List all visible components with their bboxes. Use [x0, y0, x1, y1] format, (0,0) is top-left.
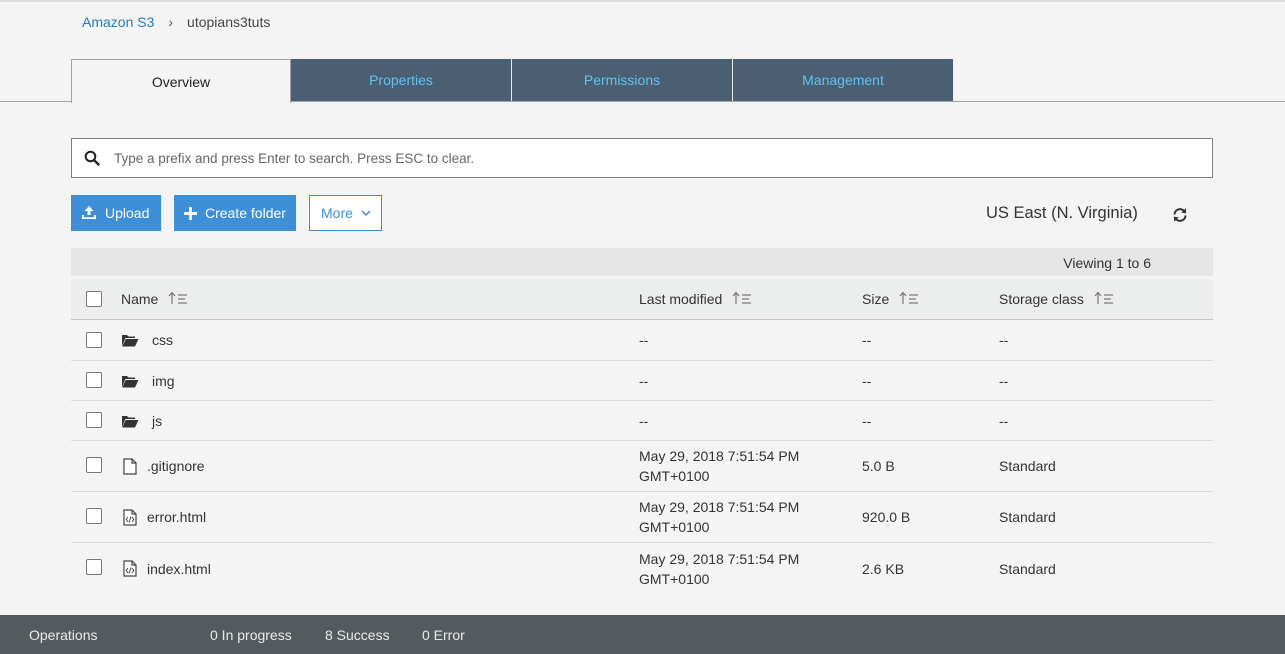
row-last-modified: --	[639, 332, 649, 348]
upload-icon	[81, 205, 97, 221]
table-row[interactable]: img -- -- --	[71, 361, 1213, 401]
next-page-icon[interactable]: ›	[1161, 255, 1165, 270]
breadcrumb-separator: ›	[168, 14, 174, 30]
pagination-bar: ‹ Viewing 1 to 6 ›	[71, 248, 1213, 276]
search-icon	[72, 150, 112, 166]
row-last-modified: May 29, 2018 7:51:54 PM GMT+0100	[639, 492, 799, 542]
row-modified-tz: GMT+0100	[639, 468, 710, 484]
header-size[interactable]: Size	[862, 279, 919, 319]
row-last-modified: --	[639, 372, 649, 389]
more-label: More	[321, 205, 353, 221]
row-checkbox[interactable]	[86, 412, 102, 428]
table-row[interactable]: error.html May 29, 2018 7:51:54 PM GMT+0…	[71, 492, 1213, 543]
row-storage-class: --	[999, 332, 1009, 348]
more-dropdown[interactable]: More	[309, 195, 382, 231]
error-count[interactable]: 0 Error	[422, 627, 465, 643]
row-modified-tz: GMT+0100	[639, 570, 710, 587]
upload-button[interactable]: Upload	[71, 195, 161, 231]
row-last-modified: --	[639, 412, 649, 429]
row-checkbox[interactable]	[86, 559, 102, 575]
code-file-icon	[123, 492, 137, 542]
folder-icon	[121, 401, 139, 440]
select-all-checkbox[interactable]	[86, 291, 102, 307]
row-name-link[interactable]: css	[152, 320, 173, 360]
row-name-link[interactable]: js	[152, 401, 162, 440]
table-header: Name Last modified Size Storage class	[71, 279, 1213, 320]
row-checkbox[interactable]	[86, 332, 102, 348]
operations-label[interactable]: Operations	[29, 627, 97, 643]
row-last-modified: May 29, 2018 7:51:54 PM GMT+0100	[639, 441, 799, 491]
header-name-label: Name	[121, 291, 159, 307]
sort-icon[interactable]	[1094, 291, 1114, 308]
row-checkbox[interactable]	[86, 457, 102, 473]
header-storage-class[interactable]: Storage class	[999, 279, 1114, 319]
row-storage-class: Standard	[999, 509, 1056, 525]
refresh-icon[interactable]	[1171, 206, 1189, 224]
row-storage-class: Standard	[999, 458, 1056, 474]
row-modified-tz: GMT+0100	[639, 519, 710, 535]
row-name-link[interactable]: index.html	[147, 543, 211, 594]
row-size: --	[862, 332, 872, 348]
row-size: 2.6 KB	[862, 560, 905, 577]
row-name-link[interactable]: .gitignore	[147, 441, 205, 491]
upload-label: Upload	[105, 205, 150, 221]
plus-icon	[184, 206, 197, 220]
row-modified-date: May 29, 2018 7:51:54 PM	[639, 499, 800, 515]
table-row[interactable]: js -- -- --	[71, 401, 1213, 441]
header-name[interactable]: Name	[121, 279, 188, 319]
row-size: --	[862, 412, 872, 429]
row-modified-date: May 29, 2018 7:51:54 PM	[639, 550, 800, 567]
sort-icon[interactable]	[899, 291, 919, 308]
row-storage-class: Standard	[999, 560, 1056, 577]
row-checkbox[interactable]	[86, 508, 102, 524]
sort-icon[interactable]	[168, 291, 188, 308]
row-size: 920.0 B	[862, 509, 911, 525]
top-border	[0, 0, 1285, 2]
search-input[interactable]	[112, 149, 1212, 167]
search-box	[71, 138, 1213, 178]
create-folder-label: Create folder	[205, 205, 286, 221]
viewing-count: Viewing 1 to 6	[1063, 255, 1151, 271]
breadcrumb-root-link[interactable]: Amazon S3	[82, 14, 154, 30]
in-progress-count[interactable]: 0 In progress	[210, 627, 292, 643]
row-storage-class: --	[999, 372, 1009, 389]
header-last-modified-label: Last modified	[639, 291, 723, 307]
table-row[interactable]: css -- -- --	[71, 320, 1213, 361]
operations-footer: Operations 0 In progress 8 Success 0 Err…	[0, 615, 1285, 654]
create-folder-button[interactable]: Create folder	[174, 195, 296, 231]
row-checkbox[interactable]	[86, 372, 102, 388]
folder-icon	[121, 320, 139, 360]
table-row[interactable]: index.html May 29, 2018 7:51:54 PM GMT+0…	[71, 543, 1213, 594]
tab-bar: Overview Properties Permissions Manageme…	[71, 59, 954, 103]
tab-overview[interactable]: Overview	[71, 59, 291, 103]
chevron-down-icon	[361, 209, 371, 217]
prev-page-icon[interactable]: ‹	[1049, 255, 1053, 270]
code-file-icon	[123, 543, 137, 594]
row-storage-class: --	[999, 412, 1009, 429]
breadcrumb-bucket: utopians3tuts	[187, 14, 271, 30]
row-size: 5.0 B	[862, 458, 895, 474]
success-count[interactable]: 8 Success	[325, 627, 390, 643]
tab-properties[interactable]: Properties	[291, 59, 512, 101]
table-row[interactable]: .gitignore May 29, 2018 7:51:54 PM GMT+0…	[71, 441, 1213, 492]
header-last-modified[interactable]: Last modified	[639, 279, 752, 319]
header-size-label: Size	[862, 291, 890, 307]
tab-management[interactable]: Management	[733, 59, 954, 101]
region-label: US East (N. Virginia)	[986, 204, 1138, 222]
header-storage-class-label: Storage class	[999, 291, 1084, 307]
row-last-modified: May 29, 2018 7:51:54 PM GMT+0100	[639, 543, 799, 594]
row-name-link[interactable]: img	[152, 361, 175, 400]
row-size: --	[862, 372, 872, 389]
row-name-link[interactable]: error.html	[147, 492, 206, 542]
folder-icon	[121, 361, 139, 400]
file-icon	[123, 441, 137, 491]
tab-permissions[interactable]: Permissions	[512, 59, 733, 101]
sort-icon[interactable]	[732, 291, 752, 308]
row-modified-date: May 29, 2018 7:51:54 PM	[639, 448, 800, 464]
breadcrumb: Amazon S3 › utopians3tuts	[82, 14, 270, 30]
